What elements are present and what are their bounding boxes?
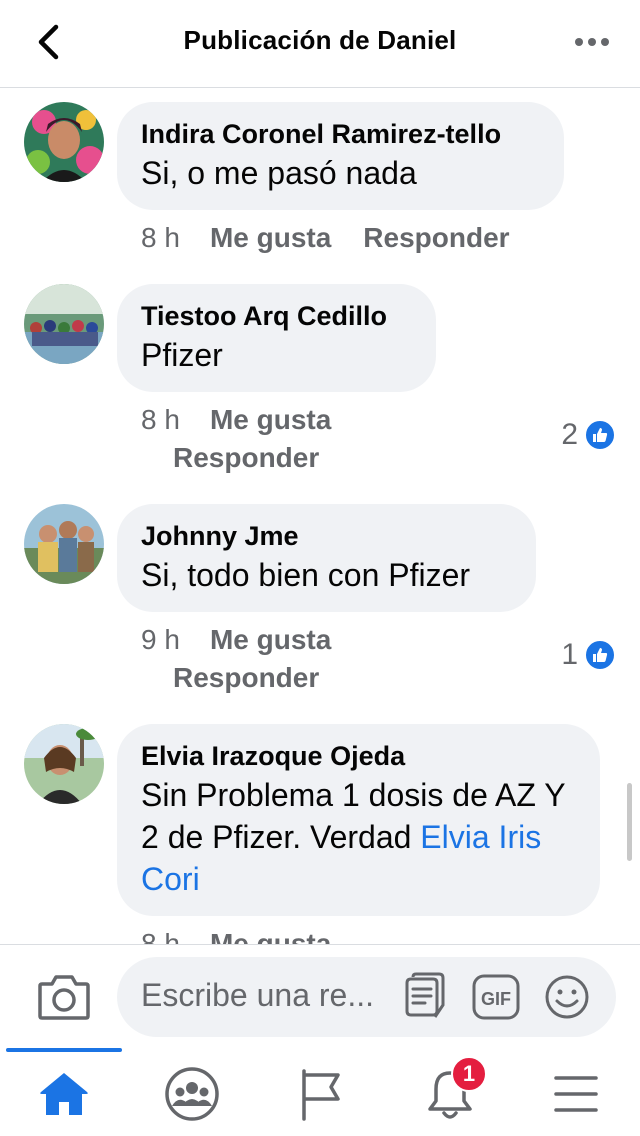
reaction-summary[interactable]: 2: [561, 418, 616, 452]
menu-icon: [554, 1076, 598, 1112]
flag-icon: [302, 1069, 340, 1121]
comment-text: Si, o me pasó nada: [141, 155, 417, 191]
like-link[interactable]: Me gusta: [210, 925, 331, 944]
reaction-count: 1: [561, 638, 578, 671]
comment-bubble[interactable]: Elvia Irazoque Ojeda Sin Problema 1 dosi…: [117, 724, 600, 916]
avatar[interactable]: [24, 102, 104, 182]
nav-menu[interactable]: [544, 1062, 608, 1126]
comment-time: 8 h: [141, 404, 180, 435]
comments-list: Indira Coronel Ramirez-tello Si, o me pa…: [0, 88, 640, 944]
home-icon: [40, 1073, 88, 1115]
reply-link[interactable]: Responder: [173, 659, 319, 697]
comment-author[interactable]: Elvia Irazoque Ojeda: [141, 740, 576, 772]
comment-time: 8 h: [141, 928, 180, 944]
thumbs-up-icon: [584, 419, 616, 451]
comment-bubble[interactable]: Tiestoo Arq Cedillo Pfizer: [117, 284, 436, 392]
like-link[interactable]: Me gusta: [210, 401, 331, 439]
sticker-icon: [405, 972, 445, 1018]
emoji-button[interactable]: [543, 973, 591, 1021]
comment-bubble[interactable]: Indira Coronel Ramirez-tello Si, o me pa…: [117, 102, 564, 210]
comment-input-placeholder: Escribe una re...: [141, 977, 374, 1013]
comment-time: 9 h: [141, 624, 180, 655]
like-link[interactable]: Me gusta: [210, 621, 331, 659]
nav-pages[interactable]: [288, 1062, 352, 1126]
like-link[interactable]: Me gusta: [210, 219, 331, 257]
camera-icon: [38, 975, 90, 1020]
avatar[interactable]: [24, 284, 104, 364]
bottom-navigation: 1: [0, 1048, 640, 1136]
comment-actions: 8 h Me gusta: [141, 925, 331, 944]
comment-text: Sin Problema 1 dosis de AZ Y 2 de Pfizer…: [141, 774, 576, 900]
reaction-summary[interactable]: 1: [561, 638, 616, 672]
nav-home[interactable]: [32, 1062, 96, 1126]
camera-button[interactable]: [36, 972, 92, 1022]
smiley-icon: [545, 975, 589, 1019]
comment-composer: Escribe una re... GIF: [0, 944, 640, 1048]
avatar[interactable]: [24, 724, 104, 804]
more-dots-icon: [575, 38, 609, 46]
comment-text: Pfizer: [141, 337, 223, 373]
top-bar: Publicación de Daniel: [0, 0, 640, 88]
scrollbar[interactable]: [627, 783, 632, 861]
comment-bubble[interactable]: Johnny Jme Si, todo bien con Pfizer: [117, 504, 536, 612]
gif-button[interactable]: GIF: [471, 973, 521, 1021]
comment-text: Si, todo bien con Pfizer: [141, 557, 471, 593]
comment-author[interactable]: Tiestoo Arq Cedillo: [141, 300, 412, 332]
comment-actions: 8 h Me gusta Responder: [141, 219, 510, 257]
comment-actions: 9 h Me gusta: [141, 621, 331, 659]
comment-input[interactable]: Escribe una re... GIF: [117, 957, 616, 1037]
notification-badge: 1: [451, 1056, 487, 1092]
avatar[interactable]: [24, 504, 104, 584]
reply-link[interactable]: Responder: [363, 219, 509, 257]
more-options-button[interactable]: [572, 28, 612, 56]
comment-time: 8 h: [141, 222, 180, 253]
reaction-count: 2: [561, 418, 578, 451]
groups-icon: [165, 1067, 219, 1121]
gif-icon: GIF: [472, 974, 520, 1020]
comment-actions: 8 h Me gusta: [141, 401, 331, 439]
sticker-button[interactable]: [399, 971, 451, 1023]
page-title: Publicación de Daniel: [183, 25, 457, 55]
comment-author[interactable]: Indira Coronel Ramirez-tello: [141, 118, 540, 150]
gif-label: GIF: [481, 989, 511, 1009]
reply-link[interactable]: Responder: [173, 439, 319, 477]
active-tab-indicator: [6, 1048, 122, 1052]
comment-author[interactable]: Johnny Jme: [141, 520, 512, 552]
thumbs-up-icon: [584, 639, 616, 671]
nav-groups[interactable]: [160, 1062, 224, 1126]
